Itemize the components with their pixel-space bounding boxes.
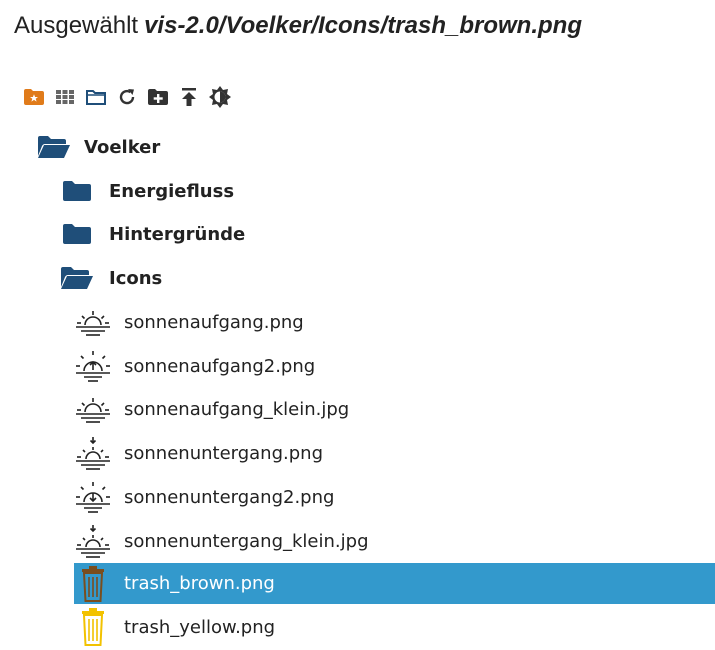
folder-open-icon [60, 266, 94, 290]
tree-file-sonnenuntergang-klein[interactable]: sonnenuntergang_klein.jpg [74, 521, 369, 561]
folder-open-icon [36, 135, 72, 159]
brightness-icon[interactable] [208, 85, 232, 109]
folder-closed-icon [60, 222, 94, 246]
tree-label: sonnenuntergang2.png [124, 486, 335, 508]
grid-view-icon[interactable] [53, 85, 77, 109]
tree-label: trash_yellow.png [124, 616, 276, 638]
tree-label: Icons [109, 267, 163, 289]
sunset-icon [74, 524, 112, 558]
tree-file-sonnenuntergang2[interactable]: sonnenuntergang2.png [74, 477, 334, 517]
folder-view-icon[interactable] [84, 85, 108, 109]
tree-file-sonnenaufgang2[interactable]: sonnenaufgang2.png [74, 346, 315, 386]
folder-closed-icon [60, 179, 94, 203]
sunrise-icon [74, 395, 112, 423]
selected-path: vis-2.0/Voelker/Icons/trash_brown.png [144, 12, 582, 39]
sunset-icon [74, 436, 112, 470]
tree-file-sonnenuntergang[interactable]: sonnenuntergang.png [74, 433, 323, 473]
tree-file-sonnenaufgang-klein[interactable]: sonnenaufgang_klein.jpg [74, 389, 349, 429]
tree-label: Energiefluss [109, 180, 235, 202]
selection-header: Ausgewählt vis-2.0/Voelker/Icons/trash_br… [14, 12, 582, 40]
new-folder-icon[interactable] [146, 85, 170, 109]
tree-file-sonnenaufgang[interactable]: sonnenaufgang.png [74, 302, 304, 342]
tree-folder-voelker[interactable]: Voelker [36, 127, 160, 167]
tree-label: sonnenaufgang2.png [124, 355, 316, 377]
tree-label: trash_brown.png [124, 573, 275, 594]
tree-label: sonnenaufgang.png [124, 311, 304, 333]
trash-brown-icon [74, 565, 112, 603]
tree-label: sonnenuntergang_klein.jpg [124, 530, 369, 552]
toolbar [22, 84, 232, 110]
refresh-icon[interactable] [115, 85, 139, 109]
tree-label: sonnenaufgang_klein.jpg [124, 398, 350, 420]
tree-label: Voelker [84, 136, 161, 158]
trash-yellow-icon [74, 607, 112, 647]
sunset-arrow-icon [74, 481, 112, 513]
sunrise-arrow-icon [74, 350, 112, 382]
tree-folder-hintergruende[interactable]: Hintergründe [60, 214, 245, 254]
tree-folder-energiefluss[interactable]: Energiefluss [60, 171, 234, 211]
upload-icon[interactable] [177, 85, 201, 109]
selection-prefix: Ausgewählt [14, 12, 139, 39]
tree-file-trash-yellow[interactable]: trash_yellow.png [74, 607, 275, 647]
tree-label: Hintergründe [109, 223, 246, 245]
tree-folder-icons[interactable]: Icons [60, 258, 162, 298]
tree-label: sonnenuntergang.png [124, 442, 323, 464]
tree-file-trash-brown[interactable]: trash_brown.png [74, 563, 715, 604]
sunrise-icon [74, 308, 112, 336]
favorite-folder-icon[interactable] [22, 85, 46, 109]
